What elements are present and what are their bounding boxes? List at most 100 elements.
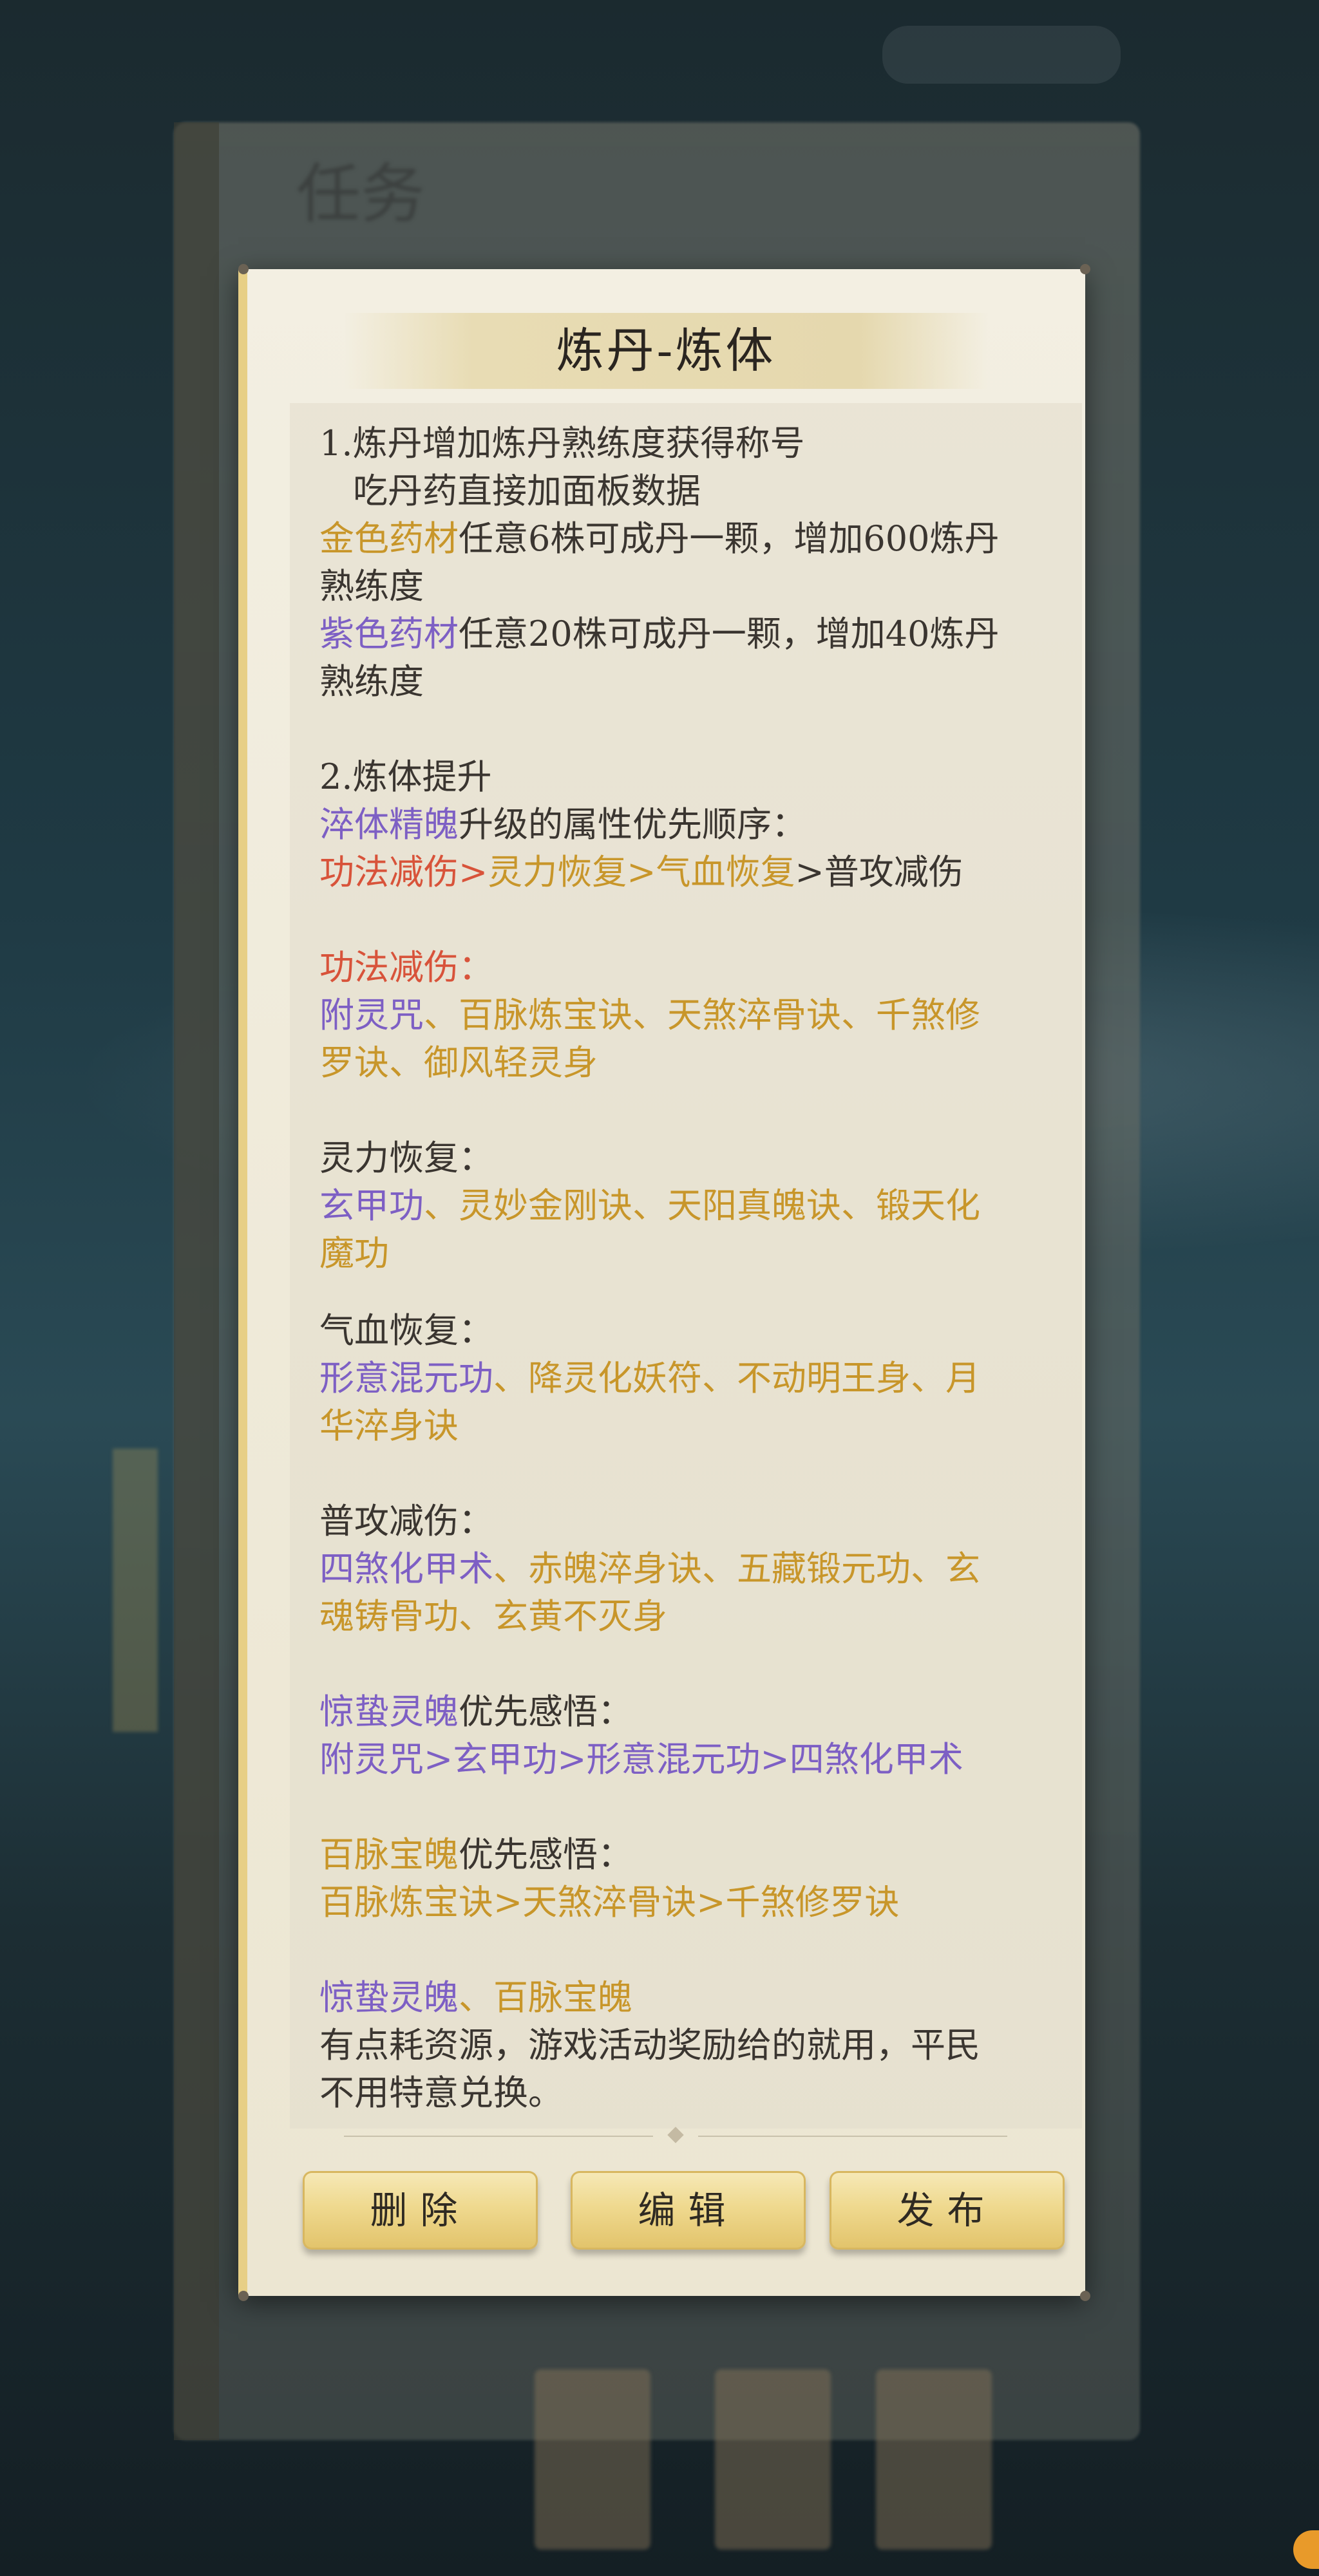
category-heading: 灵力恢复： xyxy=(319,1138,493,1178)
skill-list: 魂铸骨功、玄黄不灭身 xyxy=(319,1596,667,1637)
text-segment: 优先感悟： xyxy=(459,1834,632,1875)
diamond-icon xyxy=(667,2127,684,2143)
text-segment: 任意20株可成丹一颗，增加40炼丹 xyxy=(459,614,1000,654)
content-line: 紫色药材任意20株可成丹一颗，增加40炼丹 xyxy=(319,610,1063,658)
category-heading: 功法减伤： xyxy=(319,947,493,988)
priority-chain: 百脉炼宝诀>天煞淬骨诀>千煞修罗诀 xyxy=(319,1882,900,1923)
content-line: 惊蛰灵魄、百脉宝魄 xyxy=(319,1974,1063,2022)
text-segment: 不用特意兑换。 xyxy=(319,2073,563,2113)
category-heading: 普攻减伤： xyxy=(319,1501,493,1541)
corner-rivet xyxy=(238,2291,249,2301)
text-segment: 升级的属性优先顺序： xyxy=(459,804,806,845)
corner-rivet xyxy=(1080,264,1090,274)
gold-herb-label: 金色药材 xyxy=(319,518,459,559)
skill-list: 、降灵化妖符、不动明王身、月 xyxy=(493,1358,980,1398)
background-top-bar xyxy=(882,26,1121,84)
dialog-title-bar: 炼丹-炼体 xyxy=(344,313,988,389)
content-line: 有点耗资源，游戏活动奖励给的就用，平民 xyxy=(319,2022,1063,2069)
divider-line xyxy=(344,2136,653,2137)
skill-name: 四煞化甲术 xyxy=(319,1548,493,1589)
content-line: 形意混元功、降灵化妖符、不动明王身、月 xyxy=(319,1355,1063,1402)
content-line: 罗诀、御风轻灵身 xyxy=(319,1039,1063,1087)
content-line: 惊蛰灵魄优先感悟： xyxy=(319,1688,1063,1736)
purple-herb-label: 紫色药材 xyxy=(319,614,459,654)
priority-item: 灵力恢复> xyxy=(488,852,656,892)
button-divider xyxy=(344,2127,1007,2143)
content-line: 吃丹药直接加面板数据 xyxy=(319,467,1063,515)
priority-item: 气血恢复 xyxy=(656,852,795,892)
content-line: 灵力恢复： xyxy=(319,1134,1063,1182)
background-side-sign xyxy=(113,1449,158,1732)
content-line: 气血恢复： xyxy=(319,1307,1063,1355)
content-line: 熟练度 xyxy=(319,563,1063,610)
background-bottom-cards xyxy=(535,2369,1114,2550)
skill-list: 、灵妙金刚诀、天阳真魄诀、锻天化 xyxy=(424,1185,980,1226)
content-line: 普攻减伤： xyxy=(319,1498,1063,1545)
text-segment: 任意6株可成丹一颗，增加600炼丹 xyxy=(459,518,1000,559)
item-name: 惊蛰灵魄 xyxy=(319,1691,459,1732)
content-line: 魔功 xyxy=(319,1230,1063,1277)
text-segment: 吃丹药直接加面板数据 xyxy=(353,471,701,511)
skill-list: 罗诀、御风轻灵身 xyxy=(319,1042,598,1083)
item-name: 百脉宝魄 xyxy=(319,1834,459,1875)
text-segment: 、 xyxy=(424,995,459,1035)
text-segment: 熟练度 xyxy=(319,661,424,702)
text-segment: 熟练度 xyxy=(319,566,424,606)
content-line: 1.炼丹增加炼丹熟练度获得称号 xyxy=(319,420,1063,467)
content-line: 金色药材任意6株可成丹一颗，增加600炼丹 xyxy=(319,515,1063,563)
priority-item: 功法减伤> xyxy=(319,852,488,892)
content-line: 不用特意兑换。 xyxy=(319,2069,1063,2117)
content-line: 2.炼体提升 xyxy=(319,753,1063,801)
item-name: 、百脉宝魄 xyxy=(459,1977,632,2018)
divider-line xyxy=(698,2136,1007,2137)
content-line: 魂铸骨功、玄黄不灭身 xyxy=(319,1593,1063,1641)
publish-button[interactable]: 发布 xyxy=(830,2171,1065,2250)
text-segment: 优先感悟： xyxy=(459,1691,632,1732)
skill-name: 形意混元功 xyxy=(319,1358,493,1398)
skill-name: 附灵咒 xyxy=(319,995,424,1035)
content-line: 附灵咒>玄甲功>形意混元功>四煞化甲术 xyxy=(319,1736,1063,1783)
guide-dialog: 炼丹-炼体 1.炼丹增加炼丹熟练度获得称号 吃丹药直接加面板数据 金色药材任意6… xyxy=(238,264,1090,2301)
content-line: 百脉炼宝诀>天煞淬骨诀>千煞修罗诀 xyxy=(319,1879,1063,1926)
background-card xyxy=(715,2369,831,2550)
background-book-title: 任务 xyxy=(296,156,425,232)
floating-assistant-icon[interactable] xyxy=(1293,2530,1319,2569)
content-line: 玄甲功、灵妙金刚诀、天阳真魄诀、锻天化 xyxy=(319,1182,1063,1230)
skill-name: 玄甲功 xyxy=(319,1185,424,1226)
background-book-spine xyxy=(174,122,219,2440)
content-line: 百脉宝魄优先感悟： xyxy=(319,1831,1063,1879)
content-line: 熟练度 xyxy=(319,658,1063,706)
content-line: 华淬身诀 xyxy=(319,1402,1063,1450)
item-name: 淬体精魄 xyxy=(319,804,459,845)
text-segment: 有点耗资源，游戏活动奖励给的就用，平民 xyxy=(319,2025,980,2065)
content-line: 功法减伤>灵力恢复>气血恢复>普攻减伤 xyxy=(319,849,1063,896)
text-segment: 1.炼丹增加炼丹熟练度获得称号 xyxy=(319,423,805,464)
content-line: 四煞化甲术、赤魄淬身诀、五藏锻元功、玄 xyxy=(319,1545,1063,1593)
delete-button[interactable]: 删除 xyxy=(303,2171,538,2250)
priority-chain: 附灵咒>玄甲功>形意混元功>四煞化甲术 xyxy=(319,1739,963,1780)
skill-list: 魔功 xyxy=(319,1233,389,1274)
content-line: 淬体精魄升级的属性优先顺序： xyxy=(319,801,1063,849)
dialog-title: 炼丹-炼体 xyxy=(556,323,776,379)
category-heading: 气血恢复： xyxy=(319,1310,493,1351)
section-heading: 2.炼体提升 xyxy=(319,757,492,797)
skill-list: 百脉炼宝诀、天煞淬骨诀、千煞修 xyxy=(459,995,980,1035)
skill-list: 、赤魄淬身诀、五藏锻元功、玄 xyxy=(493,1548,980,1589)
item-name: 惊蛰灵魄 xyxy=(319,1977,459,2018)
guide-content[interactable]: 1.炼丹增加炼丹熟练度获得称号 吃丹药直接加面板数据 金色药材任意6株可成丹一颗… xyxy=(290,403,1082,2129)
corner-rivet xyxy=(238,264,249,274)
background-card xyxy=(876,2369,992,2550)
background-card xyxy=(535,2369,650,2550)
content-line: 功法减伤： xyxy=(319,944,1063,992)
content-line: 附灵咒、百脉炼宝诀、天煞淬骨诀、千煞修 xyxy=(319,992,1063,1039)
edit-button[interactable]: 编辑 xyxy=(571,2171,806,2250)
corner-rivet xyxy=(1080,2291,1090,2301)
